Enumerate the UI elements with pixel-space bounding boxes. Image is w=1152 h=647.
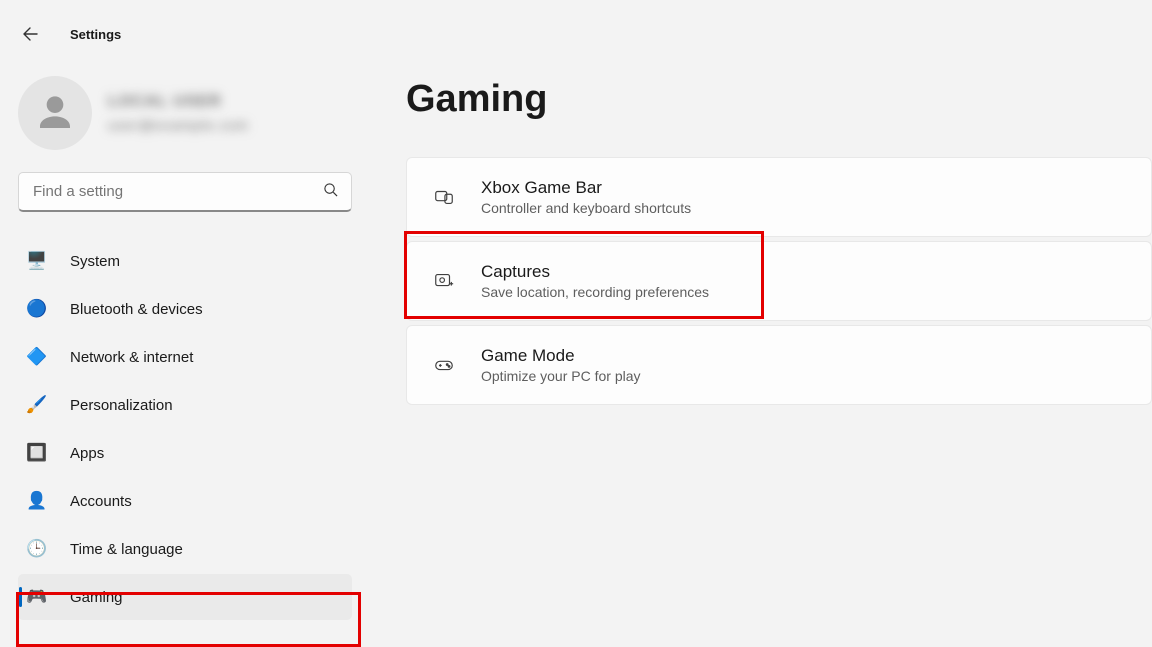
card-subtitle: Controller and keyboard shortcuts: [481, 200, 691, 216]
avatar: [18, 76, 92, 150]
arrow-left-icon: [22, 26, 38, 42]
sidebar-item-label: Network & internet: [70, 349, 193, 366]
sidebar-item-system[interactable]: 🖥️ System: [18, 238, 352, 284]
search-icon: [323, 182, 338, 202]
sidebar-item-label: Apps: [70, 445, 104, 462]
sidebar-item-label: Time & language: [70, 541, 183, 558]
main-content: Gaming Xbox Game Bar Controller and keyb…: [370, 68, 1152, 620]
sidebar-item-accounts[interactable]: 👤 Accounts: [18, 478, 352, 524]
brush-icon: 🖌️: [26, 395, 48, 415]
wifi-icon: 🔷: [26, 347, 48, 367]
accounts-icon: 👤: [26, 491, 48, 511]
clock-icon: 🕒: [26, 539, 48, 559]
sidebar-item-label: Bluetooth & devices: [70, 301, 203, 318]
search-box: [18, 172, 352, 212]
card-subtitle: Save location, recording preferences: [481, 284, 709, 300]
app-title: Settings: [70, 27, 121, 42]
profile-name: LOCAL USER: [108, 93, 249, 111]
gaming-icon: 🎮: [26, 587, 48, 607]
card-xbox-game-bar[interactable]: Xbox Game Bar Controller and keyboard sh…: [406, 157, 1152, 237]
card-title: Game Mode: [481, 346, 641, 366]
sidebar-item-label: Personalization: [70, 397, 173, 414]
person-icon: [35, 93, 75, 133]
search-input[interactable]: [18, 172, 352, 212]
sidebar-item-personalization[interactable]: 🖌️ Personalization: [18, 382, 352, 428]
sidebar-item-label: System: [70, 253, 120, 270]
back-button[interactable]: [14, 18, 46, 50]
sidebar-item-bluetooth[interactable]: 🔵 Bluetooth & devices: [18, 286, 352, 332]
sidebar-item-time-language[interactable]: 🕒 Time & language: [18, 526, 352, 572]
card-captures[interactable]: Captures Save location, recording prefer…: [406, 241, 1152, 321]
profile-block[interactable]: LOCAL USER user@example.com: [18, 76, 352, 172]
card-title: Captures: [481, 262, 709, 282]
xbox-bar-icon: [431, 184, 457, 210]
card-subtitle: Optimize your PC for play: [481, 368, 641, 384]
card-title: Xbox Game Bar: [481, 178, 691, 198]
sidebar: LOCAL USER user@example.com 🖥️ System 🔵 …: [0, 68, 370, 620]
sidebar-item-label: Gaming: [70, 589, 123, 606]
nav-list: 🖥️ System 🔵 Bluetooth & devices 🔷 Networ…: [18, 238, 352, 620]
profile-email: user@example.com: [108, 117, 249, 133]
card-game-mode[interactable]: Game Mode Optimize your PC for play: [406, 325, 1152, 405]
sidebar-item-apps[interactable]: 🔲 Apps: [18, 430, 352, 476]
page-title: Gaming: [406, 78, 1152, 121]
apps-icon: 🔲: [26, 443, 48, 463]
sidebar-item-label: Accounts: [70, 493, 132, 510]
game-mode-icon: [431, 352, 457, 378]
sidebar-item-gaming[interactable]: 🎮 Gaming: [18, 574, 352, 620]
captures-icon: [431, 268, 457, 294]
display-icon: 🖥️: [26, 251, 48, 271]
bluetooth-icon: 🔵: [26, 299, 48, 319]
sidebar-item-network[interactable]: 🔷 Network & internet: [18, 334, 352, 380]
